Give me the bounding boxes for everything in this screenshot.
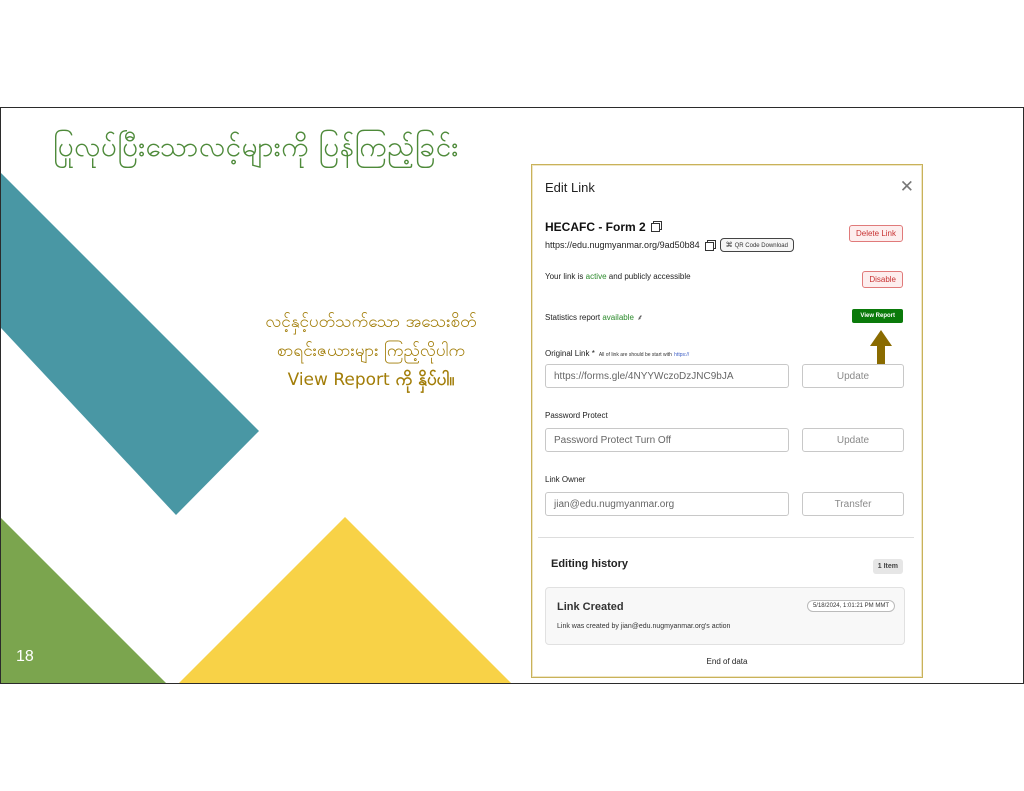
instruction-line-1: လင့်နှင့်ပတ်သက်သော အသေးစိတ် (265, 312, 477, 332)
statistics-status: Statistics report available ⸙ (545, 312, 643, 323)
chart-icon: ⸙ (636, 313, 643, 322)
link-url[interactable]: https://edu.nugmyanmar.org/9ad50b84 (545, 240, 700, 250)
close-icon[interactable]: ✕ (900, 177, 914, 197)
link-owner-input[interactable]: jian@edu.nugmyanmar.org (545, 492, 789, 516)
qr-download-button[interactable]: ⌘ QR Code Download (719, 238, 794, 252)
required-mark: * (591, 349, 595, 358)
copy-url-icon[interactable] (704, 241, 714, 251)
editing-history-title: Editing history (551, 558, 628, 570)
slide: ပြုလုပ်ပြီးသောလင့်များကို ပြန်ကြည့်ခြင်း… (0, 107, 1024, 684)
delete-link-button[interactable]: Delete Link (848, 225, 903, 242)
history-item-user: jian@edu.nugmyanmar.org (620, 623, 705, 630)
yellow-triangle (179, 517, 511, 683)
original-link-hint: All of link are should be start with (598, 352, 672, 358)
disable-button[interactable]: Disable (862, 271, 903, 288)
link-status: Your link is active and publicly accessi… (545, 272, 691, 281)
password-label: Password Protect (545, 411, 608, 420)
transfer-button[interactable]: Transfer (802, 492, 904, 516)
history-item-title: Link Created (557, 601, 624, 613)
instruction-text: လင့်နှင့်ပတ်သက်သော အသေးစိတ် စာရင်းဇယားမျ… (221, 308, 521, 395)
instruction-view-report: View Report (287, 370, 390, 390)
view-report-button[interactable]: View Report (852, 309, 903, 323)
history-item-desc: Link was created by jian@edu.nugmyanmar.… (557, 623, 731, 630)
edit-link-dialog: Edit Link ✕ HECAFC - Form 2 https://edu.… (531, 164, 923, 678)
link-owner-label: Link Owner (545, 475, 586, 484)
copy-icon[interactable] (650, 223, 660, 232)
status-active: active (585, 272, 607, 281)
status-suffix: and publicly accessible (606, 272, 691, 281)
qr-icon: ⌘ (725, 242, 733, 249)
original-link-hint-link: https:// (674, 352, 690, 358)
instruction-suffix: ကို နှိပ်ပါ။ (389, 370, 455, 390)
history-item: Link Created 5/18/2024, 1:01:21 PM MMT L… (545, 587, 905, 645)
divider (538, 537, 914, 538)
link-name-text: HECAFC - Form 2 (545, 220, 646, 234)
link-url-row: https://edu.nugmyanmar.org/9ad50b84 ⌘ QR … (545, 238, 794, 252)
update-original-link-button[interactable]: Update (802, 364, 904, 388)
dialog-title: Edit Link (545, 180, 595, 195)
original-link-input[interactable]: https://forms.gle/4NYYWczoDzJNC9bJA (545, 364, 789, 388)
slide-title: ပြုလုပ်ပြီးသောလင့်များကို ပြန်ကြည့်ခြင်း (53, 130, 459, 163)
link-name: HECAFC - Form 2 (545, 220, 660, 234)
history-item-date: 5/18/2024, 1:01:21 PM MMT (806, 600, 895, 612)
slide-number: 18 (16, 648, 34, 665)
stats-prefix: Statistics report (545, 313, 603, 322)
password-input[interactable]: Password Protect Turn Off (545, 428, 789, 452)
qr-button-label: QR Code Download (734, 243, 788, 249)
update-password-button[interactable]: Update (802, 428, 904, 452)
stats-available: available (602, 313, 634, 322)
history-count-badge: 1 Item (872, 559, 903, 574)
original-link-label: Original Link * All of link are should be… (545, 349, 690, 358)
end-of-data: End of data (706, 657, 748, 666)
status-prefix: Your link is (545, 272, 586, 281)
instruction-line-3: View Report ကို နှိပ်ပါ။ (221, 366, 521, 395)
instruction-line-2: စာရင်းဇယားများ ကြည့်လိုပါက (276, 341, 466, 361)
